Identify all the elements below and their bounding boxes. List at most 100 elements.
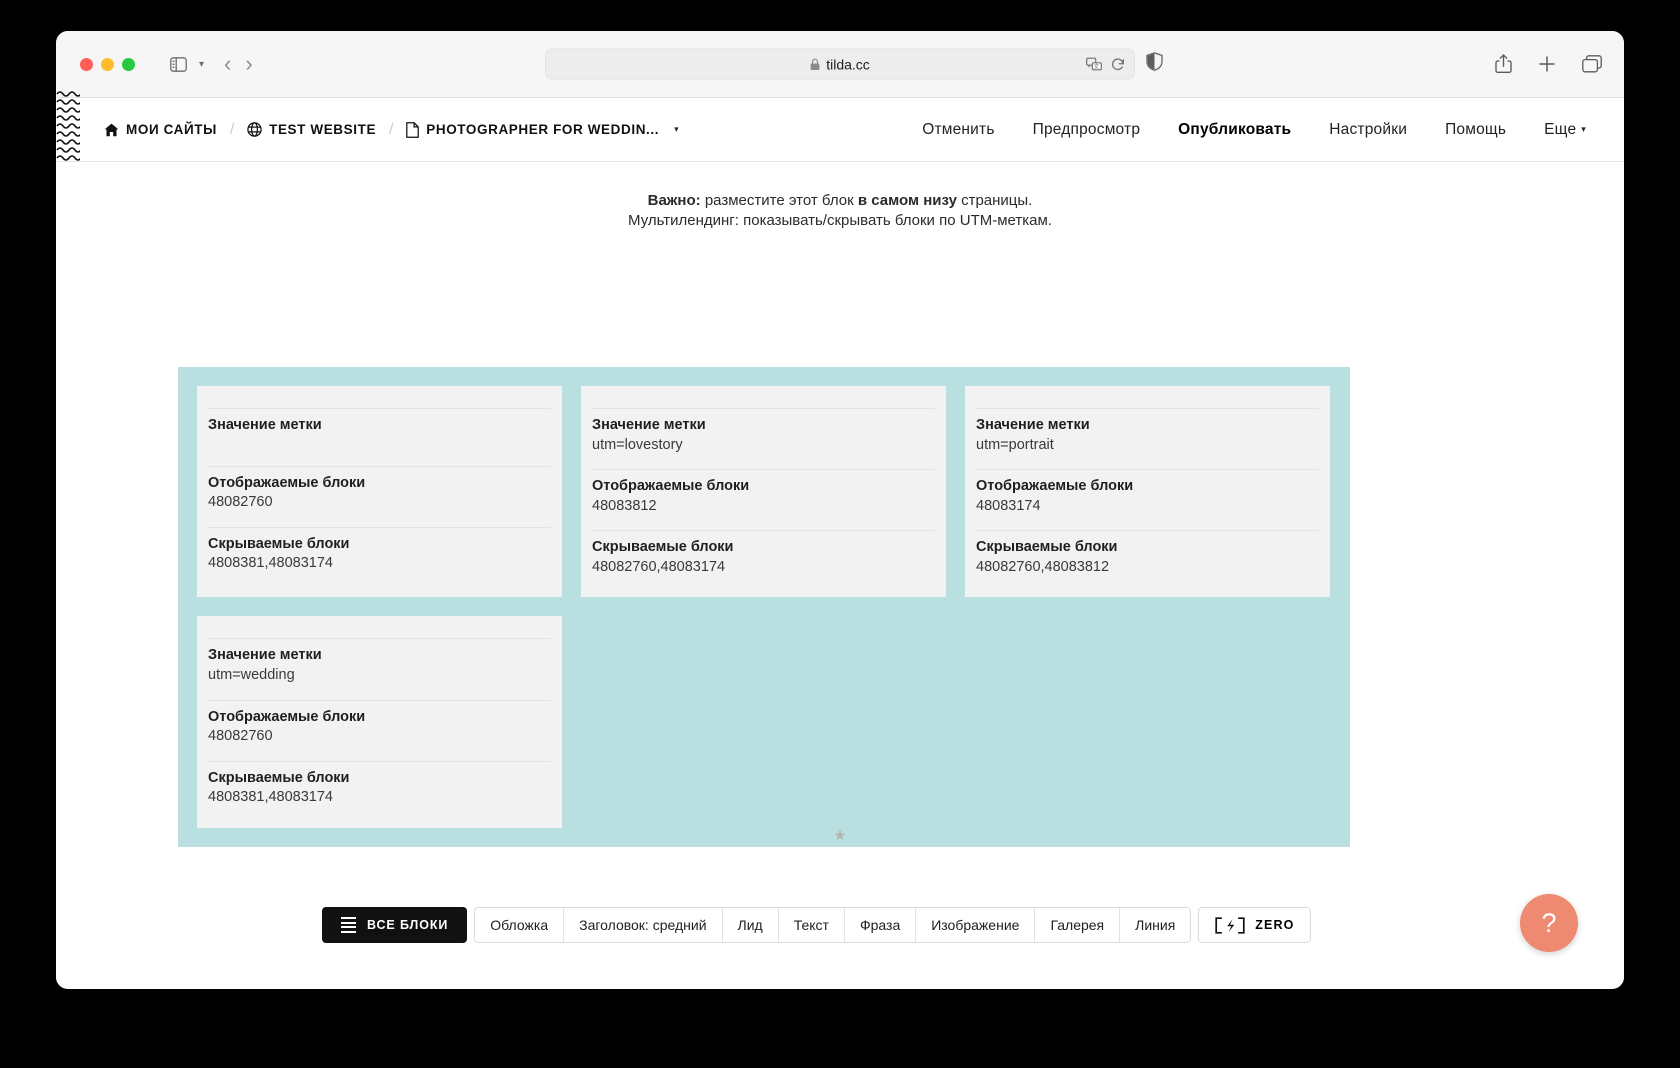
- globe-icon: [247, 122, 262, 137]
- field-tag-value: Значение метки: [208, 408, 551, 452]
- breadcrumb-label: PHOTOGRAPHER FOR WEDDIN...: [426, 122, 660, 137]
- block-button-text[interactable]: Текст: [779, 908, 845, 942]
- multilanding-card[interactable]: Значение метки utm=wedding Отображаемые …: [197, 616, 562, 828]
- tilda-logo[interactable]: [56, 90, 80, 162]
- field-value: [208, 436, 551, 452]
- navigation-arrows[interactable]: ‹ ›: [224, 53, 253, 75]
- block-button-phrase[interactable]: Фраза: [845, 908, 917, 942]
- browser-window: ▾ ‹ › tilda.cc 文 МОИ САЙТЫ / TEST WEBSIT…: [56, 31, 1624, 989]
- field-hidden-blocks: Скрываемые блоки 48082760,48083812: [976, 530, 1319, 577]
- field-value: 48083812: [592, 497, 657, 514]
- field-label: Значение метки: [208, 647, 322, 664]
- field-label: Отображаемые блоки: [592, 478, 750, 495]
- field-hidden-blocks: Скрываемые блоки 48082760,48083174: [592, 530, 935, 577]
- notice-text-1: разместите этот блок: [700, 192, 858, 209]
- field-value: 4808381,48083174: [208, 789, 333, 806]
- app-nav: Отменить Предпросмотр Опубликовать Настр…: [922, 121, 1586, 139]
- breadcrumb-item-test-website[interactable]: TEST WEBSITE: [247, 122, 376, 137]
- chevron-down-icon: ▾: [1581, 123, 1586, 134]
- nav-label: Предпросмотр: [1032, 120, 1141, 138]
- back-arrow-icon[interactable]: ‹: [224, 53, 231, 75]
- nav-label: Еще: [1544, 120, 1577, 138]
- maximize-window-button[interactable]: [122, 57, 135, 71]
- notice-bold-important: Важно:: [647, 192, 701, 209]
- breadcrumb-item-my-sites[interactable]: МОИ САЙТЫ: [104, 122, 217, 137]
- nav-item-help[interactable]: Помощь: [1445, 121, 1506, 139]
- browser-toolbar: ▾ ‹ › tilda.cc 文: [56, 31, 1624, 98]
- field-value: 48082760,48083812: [976, 558, 1110, 575]
- translate-icon: 文: [1086, 57, 1102, 70]
- all-blocks-button[interactable]: ВСЕ БЛОКИ: [322, 907, 468, 943]
- share-icon[interactable]: [1495, 54, 1512, 74]
- nav-item-publish[interactable]: Опубликовать: [1178, 121, 1291, 139]
- multilanding-card[interactable]: Значение метки utm=portrait Отображаемые…: [965, 386, 1330, 598]
- nav-item-undo[interactable]: Отменить: [922, 121, 994, 139]
- close-window-button[interactable]: [80, 57, 93, 71]
- block-button-line[interactable]: Линия: [1120, 908, 1190, 942]
- field-shown-blocks: Отображаемые блоки 48083812: [592, 469, 935, 516]
- nav-label: Настройки: [1329, 120, 1408, 138]
- field-shown-blocks: Отображаемые блоки 48082760: [208, 465, 551, 513]
- field-value: 48083174: [976, 497, 1041, 514]
- notice-line-2: Мультилендинг: показывать/скрывать блоки…: [628, 211, 1052, 229]
- field-tag-value: Значение метки utm=wedding: [208, 638, 551, 685]
- nav-item-settings[interactable]: Настройки: [1329, 121, 1407, 139]
- breadcrumb-separator: /: [389, 121, 394, 138]
- nav-label: Опубликовать: [1178, 120, 1292, 138]
- field-value: 48082760,48083174: [592, 558, 726, 575]
- help-button[interactable]: ?: [1520, 894, 1578, 952]
- block-button-cover[interactable]: Обложка: [475, 908, 565, 942]
- field-label: Отображаемые блоки: [208, 708, 366, 725]
- field-label: Скрываемые блоки: [208, 535, 350, 552]
- multilanding-card-grid: Значение метки Отображаемые блоки 480827…: [197, 386, 1331, 828]
- sidebar-toggle-icon[interactable]: [163, 49, 193, 79]
- sidebar-controls[interactable]: ▾: [163, 49, 206, 79]
- address-bar-actions: 文: [1086, 57, 1125, 71]
- url-display: tilda.cc: [810, 56, 870, 72]
- nav-item-more[interactable]: Еще ▾: [1544, 121, 1586, 139]
- block-type-group: Обложка Заголовок: средний Лид Текст Фра…: [474, 907, 1192, 943]
- breadcrumb-separator: /: [229, 121, 235, 138]
- app-header: МОИ САЙТЫ / TEST WEBSITE / PHOTOGRAPHER …: [56, 91, 1624, 162]
- block-button-lead[interactable]: Лид: [723, 908, 779, 942]
- field-label: Значение метки: [976, 417, 1090, 433]
- tab-overview-icon[interactable]: [1582, 55, 1602, 73]
- address-bar-wrapper: tilda.cc 文: [545, 48, 1135, 80]
- breadcrumb-item-page[interactable]: PHOTOGRAPHER FOR WEDDIN... ▾: [406, 121, 679, 138]
- nav-label: Отменить: [922, 120, 995, 138]
- nav-label: Помощь: [1445, 120, 1507, 138]
- toolbar-right-actions: [1495, 54, 1602, 74]
- forward-arrow-icon[interactable]: ›: [245, 53, 252, 75]
- field-hidden-blocks: Скрываемые блоки 4808381,48083174: [208, 526, 551, 574]
- chevron-down-icon[interactable]: ▾: [674, 124, 679, 135]
- window-controls[interactable]: [80, 57, 135, 71]
- page-canvas: Важно: разместите этот блок в самом низу…: [56, 162, 1624, 988]
- field-label: Скрываемые блоки: [208, 769, 350, 786]
- plus-icon[interactable]: [1538, 55, 1556, 73]
- notice-text-2: страницы.: [956, 192, 1033, 209]
- zero-block-button[interactable]: ZERO: [1198, 907, 1312, 943]
- field-hidden-blocks: Скрываемые блоки 4808381,48083174: [208, 760, 551, 808]
- multilanding-card[interactable]: Значение метки Отображаемые блоки 480827…: [197, 386, 562, 598]
- zero-block-icon: [1215, 916, 1245, 934]
- all-blocks-label: ВСЕ БЛОКИ: [367, 918, 449, 932]
- nav-item-preview[interactable]: Предпросмотр: [1033, 121, 1141, 139]
- zero-label: ZERO: [1255, 918, 1295, 932]
- privacy-report-button[interactable]: [1146, 52, 1163, 76]
- block-button-heading-medium[interactable]: Заголовок: средний: [564, 908, 723, 942]
- page-icon: [406, 121, 420, 138]
- block-button-gallery[interactable]: Галерея: [1035, 908, 1121, 942]
- sidebar-chevron-down-icon[interactable]: ▾: [197, 59, 206, 70]
- field-label: Значение метки: [592, 417, 706, 433]
- block-button-image[interactable]: Изображение: [916, 908, 1036, 942]
- lock-icon: [810, 58, 820, 70]
- multilanding-card[interactable]: Значение метки utm=lovestory Отображаемы…: [581, 386, 946, 598]
- field-label: Скрываемые блоки: [976, 539, 1118, 556]
- multilanding-panel[interactable]: Значение метки Отображаемые блоки 480827…: [178, 367, 1350, 847]
- home-icon: [104, 123, 119, 136]
- minimize-window-button[interactable]: [101, 57, 114, 71]
- address-bar[interactable]: tilda.cc 文: [545, 48, 1135, 80]
- reload-icon: [1112, 57, 1124, 70]
- field-value: utm=portrait: [976, 436, 1054, 453]
- field-tag-value: Значение метки utm=lovestory: [592, 408, 935, 455]
